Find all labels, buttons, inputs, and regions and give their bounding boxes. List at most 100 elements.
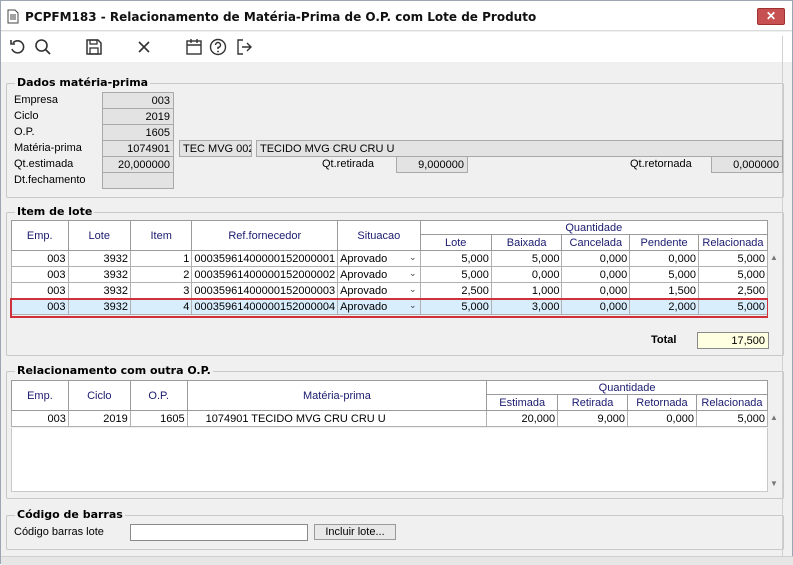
cell-pendente[interactable]: 1,500: [629, 282, 699, 299]
col-ciclo[interactable]: Ciclo: [67, 380, 131, 411]
cell-emp[interactable]: 003: [11, 266, 69, 283]
cell-relacionada[interactable]: 5,000: [695, 410, 769, 427]
cell-relacionada[interactable]: 5,000: [697, 298, 769, 315]
cell-cancelada[interactable]: 0,000: [561, 282, 631, 299]
scroll-down-icon[interactable]: ▼: [770, 479, 778, 488]
op-field[interactable]: 1605: [102, 124, 174, 141]
scroll-up-icon[interactable]: ▲: [770, 413, 778, 422]
situacao-dropdown[interactable]: Aprovado ⌄: [337, 298, 421, 315]
col-retornada[interactable]: Retornada: [627, 394, 697, 411]
cell-emp[interactable]: 003: [11, 410, 69, 427]
cell-ref[interactable]: 00035961400000152000002: [191, 266, 339, 283]
col-situacao[interactable]: Situacao: [337, 220, 421, 251]
cell-relacionada[interactable]: 2,500: [697, 282, 769, 299]
cell-lote[interactable]: 3932: [67, 250, 131, 267]
col-ref-fornecedor[interactable]: Ref.fornecedor: [191, 220, 339, 251]
chevron-down-icon[interactable]: ⌄: [409, 252, 417, 263]
cell-ref[interactable]: 00035961400000152000003: [191, 282, 339, 299]
window-close-button[interactable]: ✕: [757, 8, 785, 25]
exit-icon[interactable]: [234, 37, 254, 57]
incluir-lote-button[interactable]: Incluir lote...: [314, 524, 396, 540]
col-relacionada[interactable]: Relacionada: [695, 394, 769, 411]
col-qt-lote[interactable]: Lote: [419, 234, 492, 251]
search-icon[interactable]: [33, 37, 53, 57]
cell-qt-lote[interactable]: 2,500: [419, 282, 492, 299]
total-label: Total: [651, 334, 677, 346]
cell-emp[interactable]: 003: [11, 298, 69, 315]
cell-item[interactable]: 1: [129, 250, 193, 267]
cell-ciclo[interactable]: 2019: [67, 410, 131, 427]
title-bar: PCPFM183 - Relacionamento de Matéria-Pri…: [1, 1, 792, 31]
cell-retirada[interactable]: 9,000: [557, 410, 629, 427]
col-relacionada[interactable]: Relacionada: [697, 234, 769, 251]
undo-icon[interactable]: [8, 37, 28, 57]
cell-ref[interactable]: 00035961400000152000004: [191, 298, 339, 315]
chevron-down-icon[interactable]: ⌄: [409, 268, 417, 279]
cell-ref[interactable]: 00035961400000152000001: [191, 250, 339, 267]
cell-emp[interactable]: 003: [11, 282, 69, 299]
situacao-dropdown[interactable]: Aprovado ⌄: [337, 250, 421, 267]
col-emp[interactable]: Emp.: [11, 220, 69, 251]
col-pendente[interactable]: Pendente: [629, 234, 699, 251]
cell-pendente[interactable]: 0,000: [629, 250, 699, 267]
cell-baixada[interactable]: 3,000: [490, 298, 563, 315]
cell-cancelada[interactable]: 0,000: [561, 250, 631, 267]
materia-code-field[interactable]: 1074901: [102, 140, 174, 157]
cell-relacionada[interactable]: 5,000: [697, 266, 769, 283]
col-estimada[interactable]: Estimada: [486, 394, 559, 411]
cell-materia[interactable]: 1074901 TECIDO MVG CRU CRU U: [186, 410, 488, 427]
cell-qt-lote[interactable]: 5,000: [419, 250, 492, 267]
chevron-down-icon[interactable]: ⌄: [409, 284, 417, 295]
situacao-dropdown[interactable]: Aprovado ⌄: [337, 282, 421, 299]
calendar-icon[interactable]: [184, 37, 204, 57]
col-lote[interactable]: Lote: [67, 220, 131, 251]
cell-op[interactable]: 1605: [129, 410, 188, 427]
table-row-selected[interactable]: 003 3932 4 00035961400000152000004 Aprov…: [11, 298, 769, 315]
cell-baixada[interactable]: 0,000: [490, 266, 563, 283]
cell-item[interactable]: 2: [129, 266, 193, 283]
materia-desc-field: TECIDO MVG CRU CRU U: [256, 140, 783, 157]
col-op[interactable]: O.P.: [129, 380, 188, 411]
table-row[interactable]: 003 3932 1 00035961400000152000001 Aprov…: [11, 250, 769, 267]
table-row[interactable]: 003 3932 3 00035961400000152000003 Aprov…: [11, 282, 769, 299]
col-baixada[interactable]: Baixada: [490, 234, 563, 251]
dt-fechamento-field[interactable]: [102, 172, 174, 189]
col-retirada[interactable]: Retirada: [557, 394, 629, 411]
relacionamento-scrollbar[interactable]: ▲ ▼: [768, 411, 782, 491]
ciclo-field[interactable]: 2019: [102, 108, 174, 125]
cell-item[interactable]: 4: [129, 298, 193, 315]
cell-pendente[interactable]: 2,000: [629, 298, 699, 315]
cell-qt-lote[interactable]: 5,000: [419, 298, 492, 315]
op-label: O.P.: [14, 126, 35, 138]
col-emp[interactable]: Emp.: [11, 380, 69, 411]
scroll-up-icon[interactable]: ▲: [770, 253, 778, 262]
cell-pendente[interactable]: 5,000: [629, 266, 699, 283]
cell-qt-lote[interactable]: 5,000: [419, 266, 492, 283]
cell-item[interactable]: 3: [129, 282, 193, 299]
cell-cancelada[interactable]: 0,000: [561, 298, 631, 315]
col-item[interactable]: Item: [129, 220, 193, 251]
item-lote-scrollbar[interactable]: ▲: [768, 251, 782, 321]
cell-emp[interactable]: 003: [11, 250, 69, 267]
cell-baixada[interactable]: 1,000: [490, 282, 563, 299]
situacao-dropdown[interactable]: Aprovado ⌄: [337, 266, 421, 283]
cell-estimada[interactable]: 20,000: [486, 410, 559, 427]
cell-baixada[interactable]: 5,000: [490, 250, 563, 267]
col-cancelada[interactable]: Cancelada: [561, 234, 631, 251]
cell-lote[interactable]: 3932: [67, 266, 131, 283]
cell-lote[interactable]: 3932: [67, 282, 131, 299]
codigo-barras-input[interactable]: [130, 524, 308, 541]
close-icon[interactable]: [134, 37, 154, 57]
help-icon[interactable]: [208, 37, 228, 57]
empresa-field[interactable]: 003: [102, 92, 174, 109]
cell-relacionada[interactable]: 5,000: [697, 250, 769, 267]
cell-retornada[interactable]: 0,000: [627, 410, 697, 427]
cell-cancelada[interactable]: 0,000: [561, 266, 631, 283]
chevron-down-icon[interactable]: ⌄: [409, 300, 417, 311]
table-row[interactable]: 003 3932 2 00035961400000152000002 Aprov…: [11, 266, 769, 283]
col-materia-prima[interactable]: Matéria-prima: [186, 380, 488, 411]
cell-lote[interactable]: 3932: [67, 298, 131, 315]
save-icon[interactable]: [84, 37, 104, 57]
ciclo-label: Ciclo: [14, 110, 39, 122]
table-row[interactable]: 003 2019 1605 1074901 TECIDO MVG CRU CRU…: [11, 410, 769, 427]
